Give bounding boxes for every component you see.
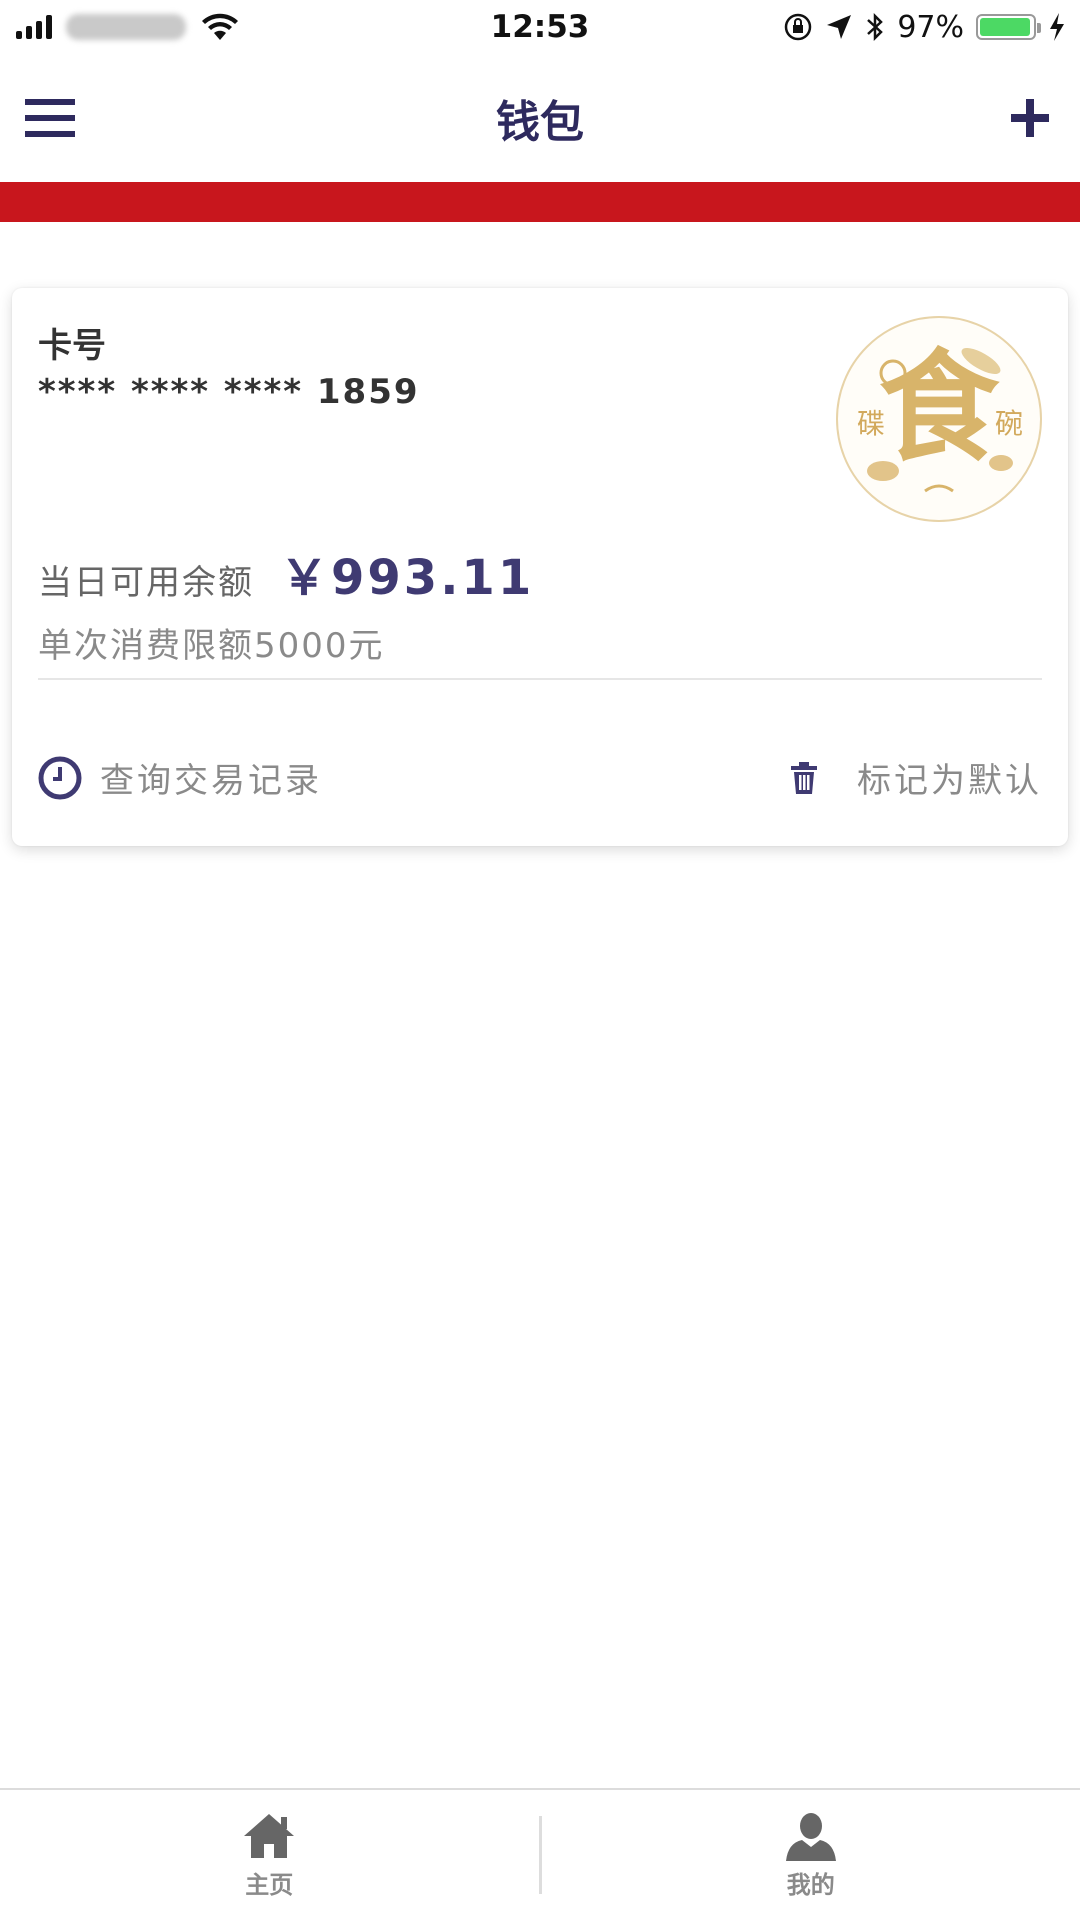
accent-bar (0, 182, 1080, 222)
transaction-history-label: 查询交易记录 (100, 761, 322, 801)
trash-icon (791, 761, 817, 794)
signal-icon (16, 15, 52, 39)
wallet-card[interactable]: 卡号 **** **** **** 1859 食 碟 碗 当日可用余额 ￥993… (12, 288, 1068, 846)
add-card-button[interactable] (980, 68, 1080, 168)
transaction-history-button[interactable]: 查询交易记录 (38, 753, 322, 802)
menu-button[interactable] (0, 68, 100, 168)
tab-mine[interactable]: 我的 (542, 1790, 1080, 1920)
balance-value: ￥993.11 (280, 550, 535, 606)
charging-icon (1050, 13, 1064, 41)
mark-default-label: 标记为默认 (857, 761, 1042, 801)
card-number: **** **** **** 1859 (38, 372, 420, 412)
plus-icon (1011, 99, 1049, 137)
bluetooth-icon (867, 12, 884, 42)
balance-row: 当日可用余额 ￥993.11 (38, 538, 534, 608)
orientation-lock-icon (785, 13, 812, 41)
tab-home[interactable]: 主页 (0, 1790, 539, 1920)
hamburger-menu-icon (25, 99, 75, 137)
tab-home-label: 主页 (245, 1870, 294, 1899)
page-title: 钱包 (496, 97, 584, 148)
carrier-name-blurred (66, 14, 186, 40)
tab-mine-label: 我的 (786, 1870, 835, 1899)
logo-left-char: 碟 (857, 407, 885, 440)
battery-percent: 97% (897, 9, 964, 45)
home-icon (244, 1813, 295, 1858)
status-left (0, 12, 240, 42)
wifi-icon (202, 13, 238, 40)
spending-limit: 单次消费限额5000元 (38, 626, 385, 666)
mark-default-button[interactable]: 标记为默认 (789, 753, 1042, 802)
clock-icon (38, 756, 82, 799)
card-number-label: 卡号 (38, 326, 106, 366)
logo-right-char: 碗 (995, 407, 1023, 440)
status-right: 97% (783, 10, 1080, 45)
nav-bar: 钱包 (0, 54, 1080, 182)
location-icon (827, 15, 852, 39)
battery-icon (976, 14, 1041, 40)
user-icon (785, 1812, 836, 1861)
restaurant-logo: 食 碟 碗 (836, 316, 1042, 522)
card-divider (38, 678, 1042, 680)
balance-label: 当日可用余额 (38, 563, 254, 603)
tab-bar: 主页 我的 (0, 1788, 1080, 1920)
status-bar: 12:53 97% (0, 0, 1080, 54)
logo-emblem: 食 碟 碗 (857, 337, 1023, 493)
